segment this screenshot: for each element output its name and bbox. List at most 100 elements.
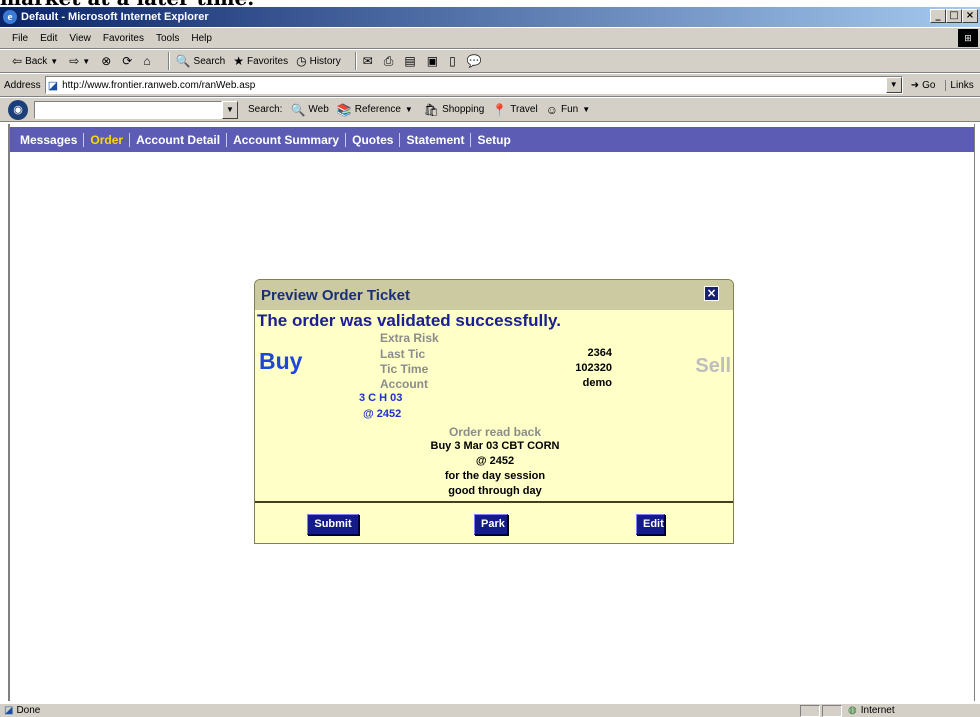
- chevron-down-icon: ▼: [50, 56, 59, 66]
- menu-tools[interactable]: Tools: [156, 33, 179, 44]
- last-tic-label: Last Tic: [380, 347, 426, 361]
- nav-order[interactable]: Order: [84, 132, 131, 147]
- menu-view[interactable]: View: [69, 33, 91, 44]
- toolbar-separator: [167, 52, 170, 70]
- search-icon: 🔍: [175, 54, 191, 68]
- readback-line: @ 2452: [475, 455, 515, 467]
- status-panel: [822, 705, 842, 717]
- minimize-button[interactable]: _: [930, 9, 946, 23]
- toolbar-search-input[interactable]: [34, 100, 222, 119]
- research-button[interactable]: 💬: [467, 54, 485, 68]
- globe-icon: ◍: [848, 705, 857, 716]
- edit-button[interactable]: Edit: [636, 514, 665, 535]
- menu-bar: File Edit View Favorites Tools Help ⊞: [0, 27, 980, 49]
- chevron-down-icon: ▼: [582, 105, 591, 114]
- go-label: Go: [922, 79, 936, 91]
- toolbar-separator: [354, 52, 357, 70]
- menu-favorites[interactable]: Favorites: [103, 33, 144, 44]
- back-arrow-icon: ⇦: [12, 54, 23, 68]
- reference-label: Reference: [354, 104, 401, 115]
- speech-bubble-icon: 💬: [466, 54, 482, 68]
- reference-button[interactable]: 📚 Reference ▼: [337, 103, 416, 117]
- go-arrow-icon: ➜: [910, 79, 920, 91]
- readback-line: good through day: [448, 485, 542, 497]
- forward-button[interactable]: ⇨ ▼: [69, 54, 93, 68]
- menu-help[interactable]: Help: [191, 33, 212, 44]
- go-button[interactable]: ➜ Go: [911, 80, 936, 91]
- readback-line: for the day session: [444, 470, 546, 482]
- address-dropdown-button[interactable]: ▼: [885, 77, 902, 93]
- refresh-icon: ⟳: [122, 54, 133, 68]
- account-value: demo: [582, 377, 612, 389]
- account-label: Account: [380, 377, 428, 391]
- favorites-icon: ★: [233, 54, 244, 68]
- history-button[interactable]: ◷ History: [296, 54, 341, 68]
- favorites-label: Favorites: [246, 55, 289, 67]
- refresh-button[interactable]: ⟳: [122, 54, 135, 68]
- vertical-scrollbar[interactable]: [974, 124, 980, 701]
- windows-logo-icon: ⊞: [958, 29, 978, 47]
- nav-account-detail[interactable]: Account Detail: [130, 132, 228, 147]
- close-window-button[interactable]: ×: [962, 9, 978, 23]
- stop-button[interactable]: ⊗: [101, 54, 114, 68]
- shopping-button[interactable]: 🛍 Shopping: [424, 103, 485, 117]
- dialog-close-button[interactable]: ×: [704, 286, 719, 301]
- nav-messages[interactable]: Messages: [20, 132, 85, 147]
- dialog-header: Preview Order Ticket ×: [255, 280, 733, 310]
- nav-statement[interactable]: Statement: [400, 132, 472, 147]
- printer-icon: ⎙: [383, 53, 394, 68]
- internet-explorer-icon: e: [3, 10, 17, 24]
- park-button[interactable]: Park: [474, 514, 508, 535]
- search-dropdown-button[interactable]: ▼: [222, 100, 238, 119]
- search-logo-icon: ◉: [8, 99, 28, 120]
- order-price: @ 2452: [363, 408, 402, 420]
- page-done-icon: ◪: [4, 705, 14, 716]
- address-label: Address: [4, 79, 41, 91]
- menu-file[interactable]: File: [12, 33, 28, 44]
- word-icon: ▤: [404, 54, 416, 68]
- links-button[interactable]: Links: [945, 79, 974, 91]
- magnifier-icon: 🔍: [290, 102, 306, 117]
- favorites-button[interactable]: ★ Favorites: [233, 54, 288, 68]
- dialog-divider: [255, 501, 733, 503]
- search-button[interactable]: 🔍 Search: [176, 54, 226, 68]
- search-label: Search: [193, 55, 226, 67]
- edit-page-button[interactable]: ▤: [404, 54, 418, 68]
- extra-risk-label: Extra Risk: [380, 331, 439, 345]
- nav-account-summary[interactable]: Account Summary: [227, 132, 347, 147]
- shopping-label: Shopping: [442, 104, 485, 115]
- mail-icon: ✉: [362, 54, 373, 68]
- dialog-title: Preview Order Ticket: [261, 286, 410, 304]
- discuss-button[interactable]: ▣: [427, 54, 441, 68]
- nav-setup[interactable]: Setup: [471, 133, 516, 147]
- mail-button[interactable]: ✉: [363, 54, 376, 68]
- zone-label: Internet: [860, 705, 895, 716]
- address-input[interactable]: ◪ http://www.frontier.ranweb.com/ranWeb.…: [44, 76, 903, 94]
- discuss-icon: ▣: [426, 54, 439, 68]
- fun-label: Fun: [560, 104, 579, 115]
- web-search-button[interactable]: 🔍 Web: [290, 103, 328, 117]
- menu-edit[interactable]: Edit: [40, 33, 57, 44]
- print-button[interactable]: ⎙: [384, 54, 397, 69]
- home-button[interactable]: ⌂: [143, 54, 153, 68]
- maximize-button[interactable]: □: [946, 9, 962, 23]
- travel-button[interactable]: 📍 Travel: [492, 103, 537, 117]
- back-button[interactable]: ⇦ Back ▼: [12, 54, 61, 68]
- buy-side-label[interactable]: Buy: [259, 348, 302, 375]
- validation-message: The order was validated successfully.: [257, 311, 561, 330]
- forward-arrow-icon: ⇨: [69, 54, 80, 68]
- chevron-down-icon: ▼: [404, 105, 413, 114]
- search-label-text: Search:: [248, 104, 283, 115]
- submit-button[interactable]: Submit: [307, 514, 359, 535]
- tic-time-label: Tic Time: [380, 362, 429, 376]
- nav-quotes[interactable]: Quotes: [346, 132, 401, 147]
- last-tic-value: 2364: [587, 347, 612, 359]
- shopping-bag-icon: 🛍: [423, 102, 440, 117]
- web-label: Web: [308, 104, 329, 115]
- status-text: Done: [16, 705, 41, 716]
- sell-side-label[interactable]: Sell: [695, 355, 731, 378]
- standard-toolbar: ⇦ Back ▼ ⇨ ▼ ⊗ ⟳ ⌂ 🔍 Search ★ Favorites …: [0, 49, 980, 73]
- back-label: Back: [25, 55, 48, 67]
- fun-button[interactable]: ☺ Fun ▼: [546, 103, 593, 117]
- messenger-button[interactable]: ▯: [449, 54, 459, 68]
